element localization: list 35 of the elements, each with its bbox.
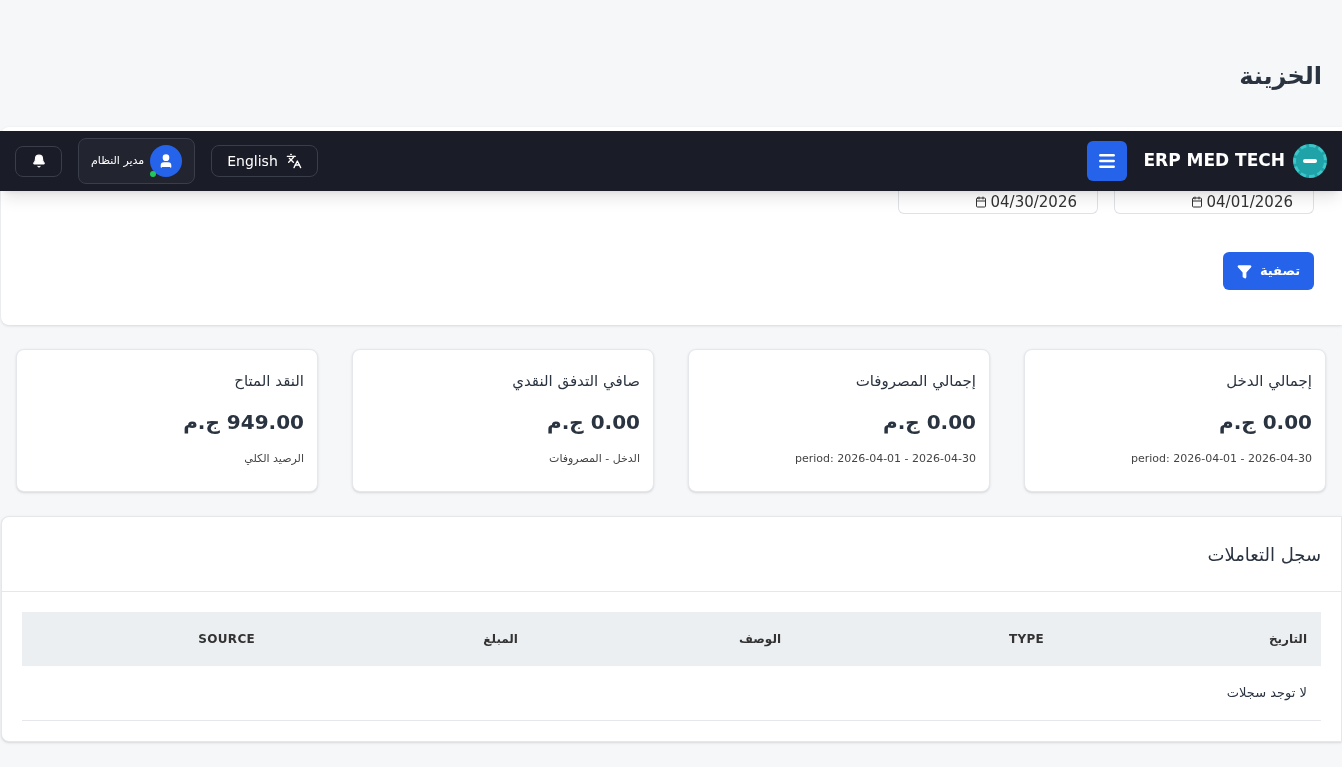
filter-icon — [1236, 263, 1252, 279]
empty-message: لا توجد سجلات — [1226, 684, 1307, 703]
date-value: 04/30/2026 — [990, 191, 1077, 213]
stat-value: 0.00 ج.م — [546, 408, 640, 436]
date-value: 04/01/2026 — [1206, 191, 1293, 213]
calendar-icon — [1190, 196, 1203, 208]
stat-value: 949.00 ج.م — [182, 408, 304, 436]
language-icon — [285, 153, 302, 169]
calendar-icon — [974, 196, 987, 208]
stat-note: period: 2026-04-01 - 2026-04-30 — [793, 450, 976, 467]
logo-icon — [1293, 144, 1327, 178]
stat-title: إجمالي المصروفات — [854, 371, 976, 393]
column-header: SOURCE — [197, 631, 255, 648]
column-header: التاريخ — [1267, 631, 1307, 648]
page-title: الخزينة — [1239, 60, 1322, 92]
section-title: سجل التعاملات — [1207, 542, 1321, 567]
stat-title: صافي التدفق النقدي — [511, 371, 640, 393]
column-header: الوصف — [737, 631, 781, 648]
brand-name: ERP MED TECH — [1143, 149, 1285, 173]
stat-value: 0.00 ج.م — [1218, 408, 1312, 436]
filter-button[interactable]: تصفية — [1223, 252, 1314, 290]
column-header: TYPE — [1007, 631, 1044, 648]
bell-icon — [31, 154, 46, 168]
stat-title: إجمالي الدخل — [1225, 371, 1312, 393]
user-menu-button[interactable]: مدير النظام — [78, 138, 196, 184]
stat-title: النقد المتاح — [233, 371, 304, 392]
notification-button[interactable] — [15, 145, 62, 177]
stat-note: الدخل - المصروفات — [548, 450, 640, 467]
stat-value: 0.00 ج.م — [882, 408, 976, 436]
stat-note: الرصيد الكلي — [243, 450, 304, 467]
stat-note: period: 2026-04-01 - 2026-04-30 — [1129, 450, 1312, 467]
menu-button[interactable] — [1087, 141, 1128, 181]
column-header: المبلغ — [482, 631, 518, 648]
menu-icon — [1097, 151, 1118, 171]
language-button[interactable]: English — [211, 145, 318, 177]
